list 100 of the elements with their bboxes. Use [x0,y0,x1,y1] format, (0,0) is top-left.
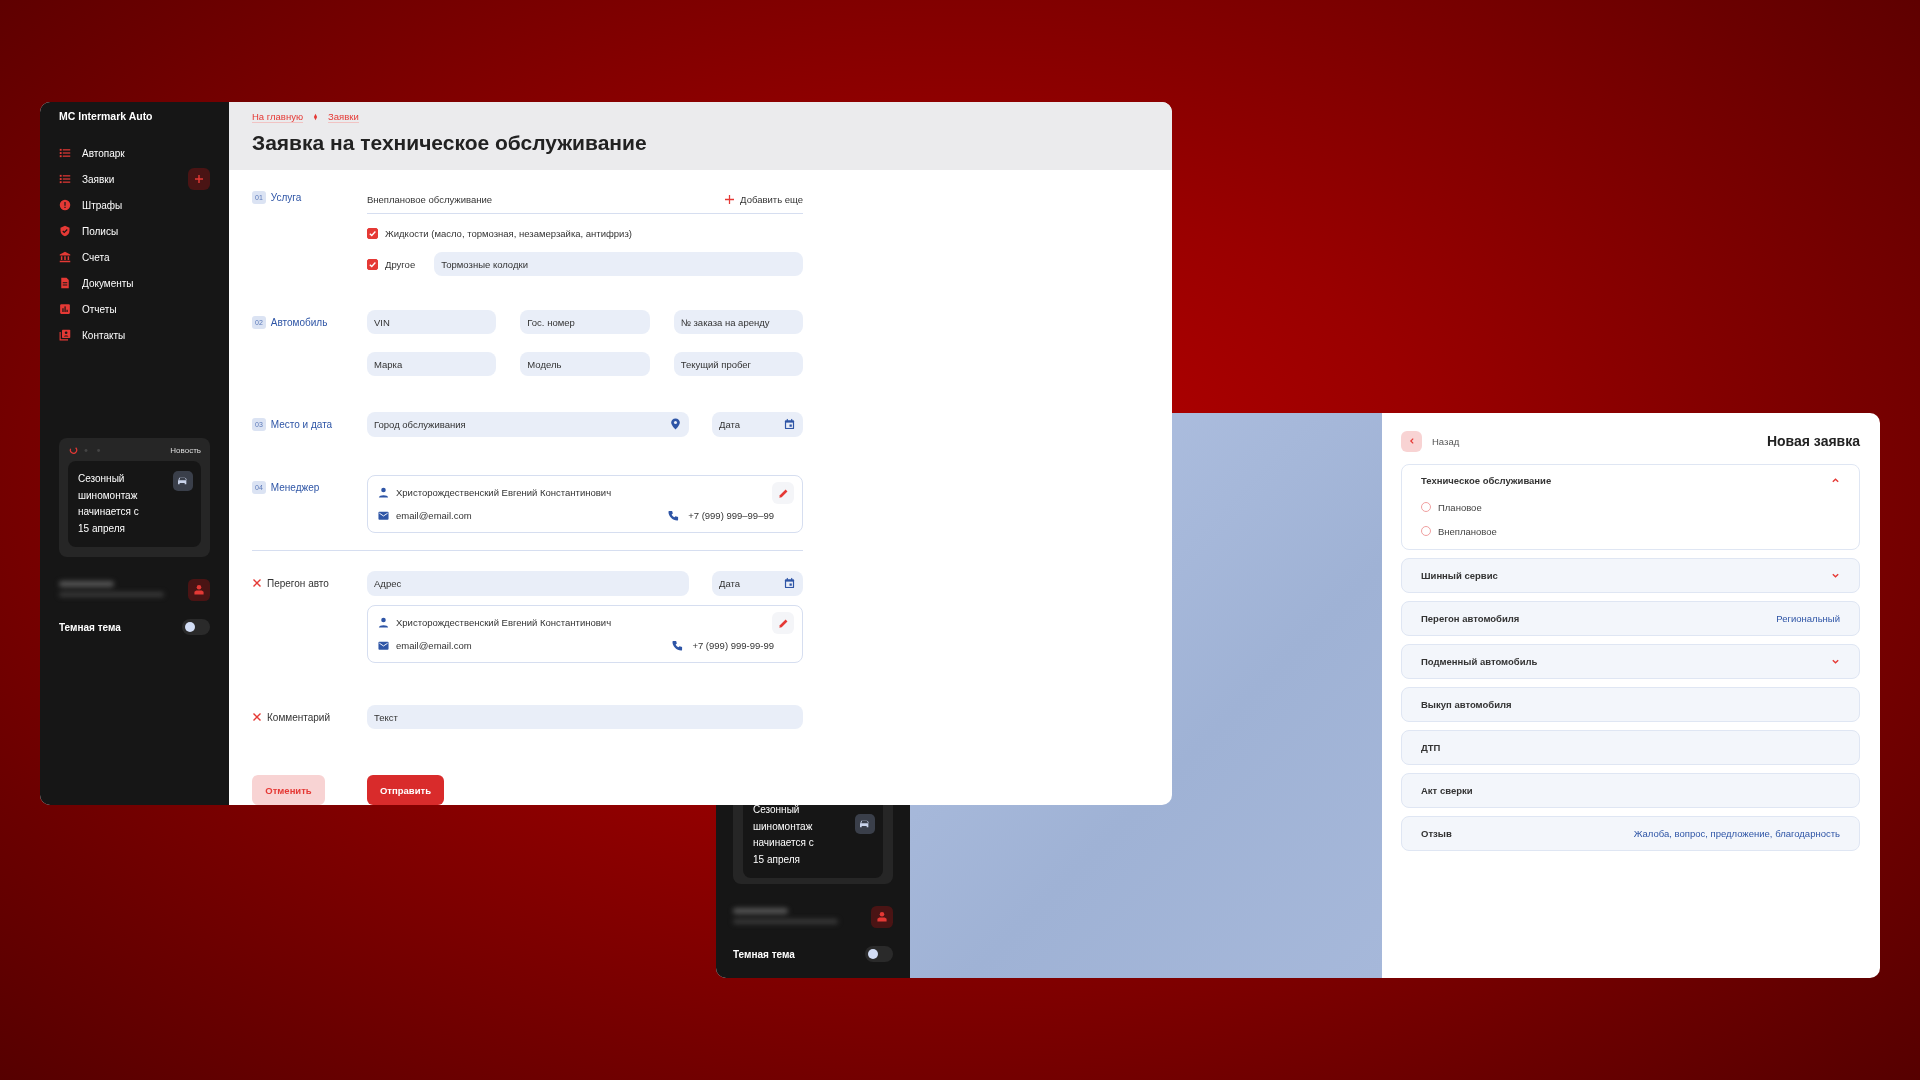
date-field[interactable]: Дата [712,412,803,437]
contacts-icon[interactable] [59,329,71,341]
service-option[interactable]: Отзыв Жалоба, вопрос, предложение, благодарность [1401,816,1860,851]
alert-icon[interactable] [59,199,71,211]
person-icon [378,617,389,628]
input-field[interactable]: Модель [520,352,650,376]
add-more-link[interactable]: Добавить еще [725,193,803,205]
chevron-down-icon[interactable] [1831,657,1840,666]
nav-item[interactable]: Счета [82,251,110,263]
calendar-icon[interactable] [784,418,795,430]
service-option[interactable]: Акт сверки [1401,773,1860,808]
back-label[interactable]: Назад [1432,435,1460,447]
service-option[interactable]: Техническое обслуживание Плановое Внеплановое [1401,464,1860,550]
checkbox-label[interactable]: Другое [385,258,416,270]
nav-item[interactable]: Отчеты [82,303,117,315]
service-option[interactable]: Подменный автомобиль [1401,644,1860,679]
nav-item[interactable]: Автопарк [82,147,125,159]
theme-toggle[interactable] [182,619,210,635]
calendar-icon[interactable] [784,577,795,589]
toggle-label: Темная тема [59,621,121,633]
option-label: Техническое обслуживание [1421,474,1552,486]
comment-field[interactable]: Текст [367,705,803,729]
phone-icon [668,510,680,521]
news-text: Сезонный шиномонтаж начинается с 15 апреля [78,472,140,536]
page-title: Заявка на техническое обслуживание [252,131,648,155]
mail-icon [378,510,389,521]
service-option[interactable]: Перегон автомобиля Региональный [1401,601,1860,636]
document-icon[interactable] [59,277,71,289]
person-icon[interactable] [871,906,893,928]
input-field[interactable]: № заказа на аренду [673,310,803,334]
theme-toggle[interactable] [865,946,893,962]
car-icon[interactable] [855,814,875,834]
nav-item[interactable]: Контакты [82,329,126,341]
list-icon[interactable] [59,173,71,185]
section-label: Менеджер [270,481,320,493]
checkbox[interactable] [367,258,378,270]
service-select[interactable]: Внеплановое обслуживание [367,193,492,205]
diamond-icon [313,113,319,121]
option-label: Отзыв [1421,828,1452,839]
chart-icon[interactable] [59,303,71,315]
input-field[interactable]: Гос. номер [520,310,650,334]
pin-icon[interactable] [670,418,681,430]
section-label: Комментарий [267,711,330,723]
option-label: Перегон автомобиля [1421,613,1520,624]
person-icon[interactable] [188,579,210,601]
nav-item[interactable]: Полисы [82,225,119,237]
address-field[interactable]: Адрес [367,571,689,596]
city-field[interactable]: Город обслуживания [367,412,689,437]
nav-item[interactable]: Заявки [82,173,115,185]
car-icon[interactable] [173,471,193,491]
brand-name: MC Intermark Auto [59,110,154,122]
service-option[interactable]: ДТП [1401,730,1860,765]
input-field[interactable]: VIN [367,310,497,334]
pencil-icon [777,487,789,499]
section-label: Услуга [270,191,302,203]
checkbox-label[interactable]: Жидкости (масло, тормозная, незамерзайка, антифриз) [385,227,632,239]
back-button[interactable] [1401,430,1422,452]
input-field[interactable]: Текущий пробег [673,352,803,376]
email-text: email@email.com [396,640,472,651]
option-link[interactable]: Жалоба, вопрос, предложение, благодарность [1633,828,1840,839]
manager-name: Христорождественский Евгений Константинович [396,487,612,498]
date-field[interactable]: Дата [712,571,803,596]
shield-icon[interactable] [59,225,71,237]
checkbox[interactable] [367,227,378,239]
option-link[interactable]: Региональный [1776,613,1840,624]
section-label: Автомобиль [270,316,328,328]
service-option[interactable]: Выкуп автомобиля [1401,687,1860,722]
breadcrumb-link[interactable]: Заявки [328,111,359,123]
plus-icon [725,194,735,204]
radio-label[interactable]: Внеплановое [1438,525,1497,537]
driver-name: Христорождественский Евгений Константинович [396,617,612,628]
edit-button[interactable] [772,612,794,634]
phone-number: +7 (999) 999-99-99 [692,640,774,651]
section-label: Место и дата [270,418,333,430]
phone-icon [672,640,684,651]
person-icon [378,487,389,498]
pencil-icon [777,617,789,629]
close-icon[interactable] [252,712,262,722]
option-label: ДТП [1421,742,1441,753]
bank-icon[interactable] [59,251,71,263]
breadcrumb-link[interactable]: На главную [252,111,304,123]
close-icon[interactable] [252,578,262,588]
chevron-up-icon[interactable] [1831,475,1840,485]
panel-title: Новая заявка [1766,433,1860,449]
service-option[interactable]: Шинный сервис [1401,558,1860,593]
mail-icon [378,640,389,651]
list-icon[interactable] [59,147,71,159]
radio-label[interactable]: Плановое [1438,501,1482,513]
nav-item[interactable]: Документы [82,277,134,289]
option-label: Акт сверки [1421,785,1473,796]
option-label: Шинный сервис [1421,570,1498,581]
submit-button[interactable]: Отправить [367,775,444,805]
plus-icon [194,174,204,184]
input-field[interactable]: Марка [367,352,497,376]
add-button[interactable] [188,168,210,190]
edit-button[interactable] [772,482,794,504]
chevron-down-icon[interactable] [1831,571,1840,580]
section-label: Перегон авто [267,577,329,589]
nav-item[interactable]: Штрафы [82,199,123,211]
other-input[interactable]: Тормозные колодки [434,252,803,276]
